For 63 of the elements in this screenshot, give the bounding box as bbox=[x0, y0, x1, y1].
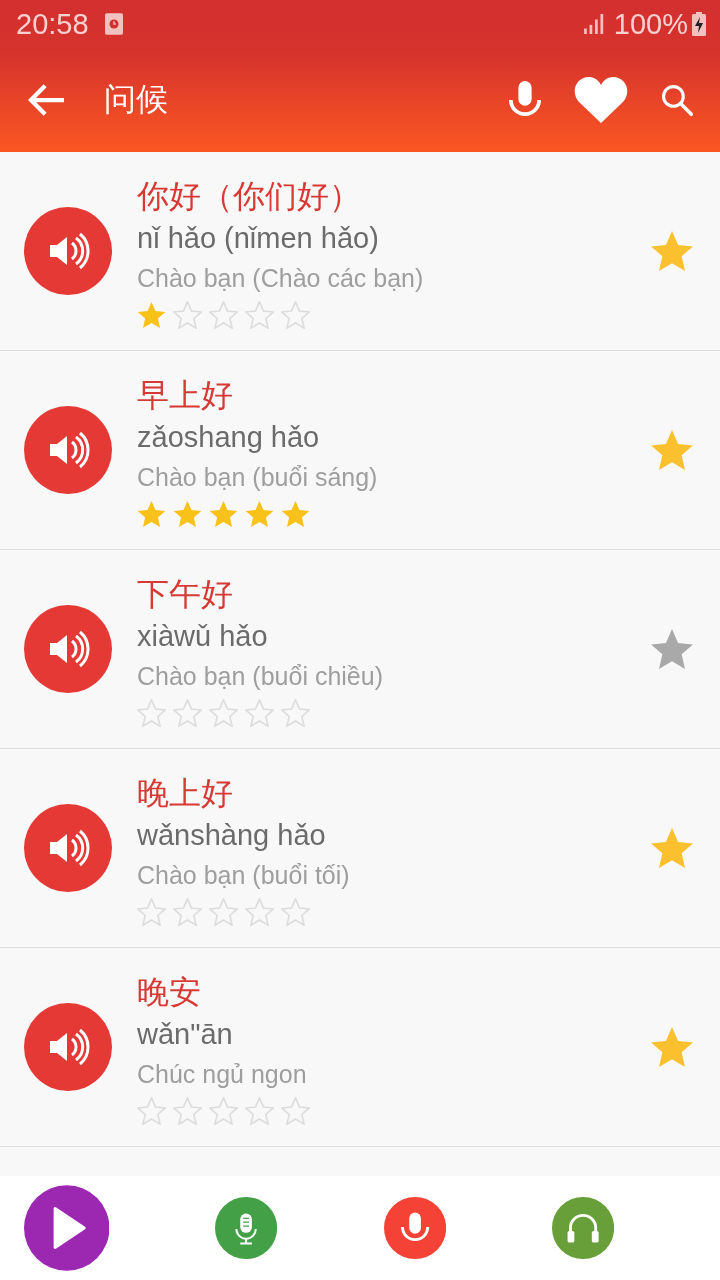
rating-star[interactable] bbox=[209, 1096, 238, 1125]
translation-text: Chào bạn (buổi tối) bbox=[137, 859, 351, 891]
heart-icon[interactable] bbox=[574, 76, 628, 124]
microphone-button[interactable] bbox=[383, 1196, 446, 1260]
battery-charging-icon bbox=[692, 12, 706, 36]
screen-title: 问候 bbox=[104, 79, 168, 120]
favorite-star-icon[interactable] bbox=[650, 827, 694, 869]
chinese-phrase: 你好（你们好） bbox=[137, 175, 362, 217]
speaker-button[interactable] bbox=[24, 1003, 112, 1091]
clock-icon bbox=[104, 13, 123, 35]
rating-star[interactable] bbox=[137, 300, 166, 329]
chinese-phrase: 晚上好 bbox=[137, 772, 234, 814]
pinyin-text: wǎnshàng hǎo bbox=[137, 817, 327, 853]
speaker-button[interactable] bbox=[24, 804, 112, 892]
rating-star[interactable] bbox=[245, 897, 274, 926]
rating-star[interactable] bbox=[209, 698, 238, 727]
favorite-star-icon[interactable] bbox=[650, 429, 694, 471]
chinese-phrase: 下午好 bbox=[137, 573, 234, 615]
rating-star[interactable] bbox=[137, 1096, 166, 1125]
rating-star[interactable] bbox=[281, 499, 310, 528]
rating-star[interactable] bbox=[173, 698, 202, 727]
pinyin-text: xiàwǔ hǎo bbox=[137, 618, 269, 654]
signal-icon bbox=[583, 14, 606, 34]
rating-star[interactable] bbox=[209, 499, 238, 528]
pinyin-text: zǎoshang hǎo bbox=[137, 419, 321, 455]
microphone-icon[interactable] bbox=[508, 81, 542, 119]
battery-level: 100% bbox=[613, 7, 688, 41]
pinyin-text: nǐ hǎo (nǐmen hǎo) bbox=[137, 220, 380, 256]
translation-text: Chào bạn (buổi sáng) bbox=[137, 461, 379, 493]
back-arrow-icon[interactable] bbox=[28, 83, 66, 117]
rating-star[interactable] bbox=[245, 300, 274, 329]
rating-star[interactable] bbox=[137, 897, 166, 926]
favorite-star-icon[interactable] bbox=[650, 230, 694, 272]
rating-star[interactable] bbox=[209, 300, 238, 329]
speaker-button[interactable] bbox=[24, 207, 112, 295]
pinyin-text: wǎn"ān bbox=[137, 1016, 234, 1052]
rating-star[interactable] bbox=[209, 897, 238, 926]
rating-star[interactable] bbox=[281, 1096, 310, 1125]
rating-star[interactable] bbox=[245, 1096, 274, 1125]
record-microphone-button[interactable] bbox=[215, 1196, 278, 1260]
rating-star[interactable] bbox=[281, 897, 310, 926]
status-time: 20:58 bbox=[16, 7, 89, 41]
rating-star[interactable] bbox=[137, 499, 166, 528]
rating-star[interactable] bbox=[173, 499, 202, 528]
rating-star[interactable] bbox=[173, 1096, 202, 1125]
rating-star[interactable] bbox=[281, 698, 310, 727]
rating-star[interactable] bbox=[245, 499, 274, 528]
favorite-star-icon[interactable] bbox=[650, 1026, 694, 1068]
chinese-phrase: 早上好 bbox=[137, 374, 234, 416]
rating-star[interactable] bbox=[137, 698, 166, 727]
speaker-button[interactable] bbox=[24, 605, 112, 693]
translation-text: Chào bạn (buổi chiều) bbox=[137, 660, 384, 692]
play-button[interactable] bbox=[24, 1184, 110, 1272]
rating-star[interactable] bbox=[245, 698, 274, 727]
rating-star[interactable] bbox=[173, 897, 202, 926]
rating-star[interactable] bbox=[173, 300, 202, 329]
speaker-button[interactable] bbox=[24, 406, 112, 494]
headphones-button[interactable] bbox=[551, 1196, 614, 1260]
rating-star[interactable] bbox=[281, 300, 310, 329]
translation-text: Chúc ngủ ngon bbox=[137, 1058, 308, 1090]
favorite-star-icon[interactable] bbox=[650, 628, 694, 670]
chinese-phrase: 晚安 bbox=[137, 971, 202, 1013]
translation-text: Chào bạn (Chào các bạn) bbox=[137, 262, 425, 294]
